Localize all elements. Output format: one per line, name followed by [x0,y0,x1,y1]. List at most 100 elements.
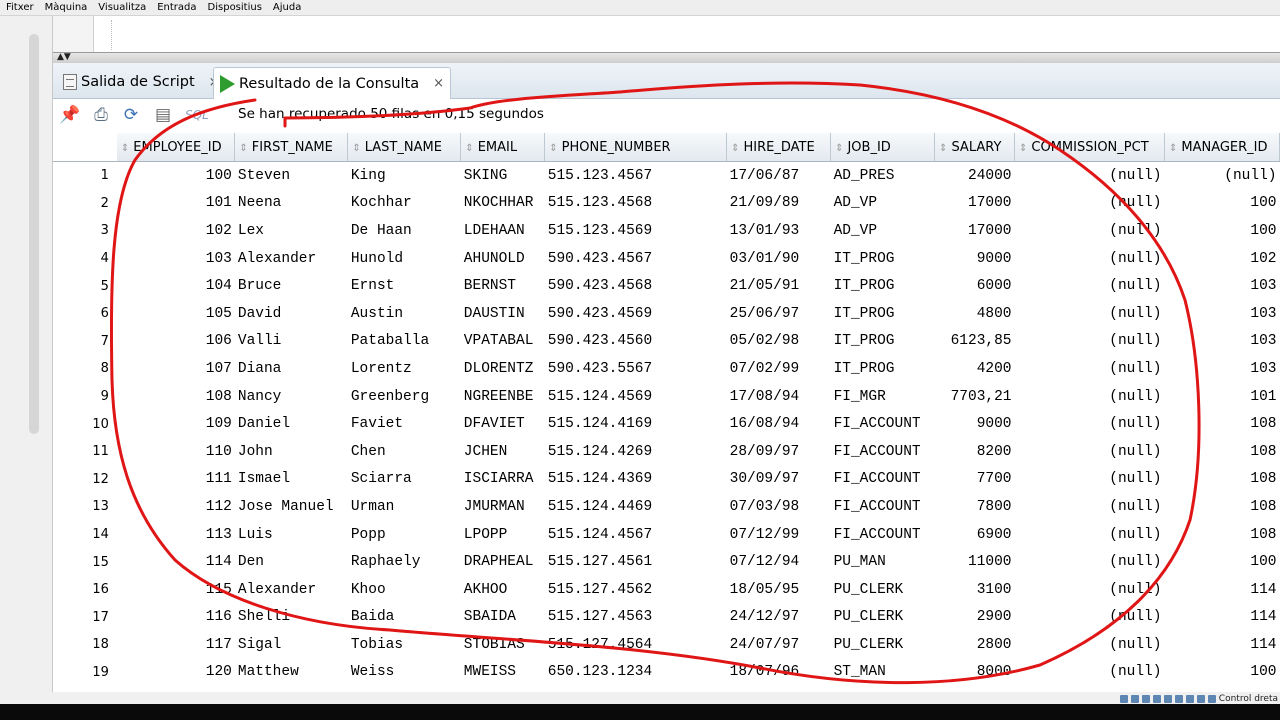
column-header[interactable]: ⇕ JOB_ID [830,133,936,162]
table-row[interactable]: 12 111 Ismael Sciarra ISCIARRA 515.124.4369 30… [53,466,1280,494]
table-cell[interactable]: (null) [1015,328,1165,356]
table-cell[interactable]: 117 [117,631,235,659]
table-cell[interactable]: 104 [117,272,235,300]
table-cell[interactable]: (null) [1015,466,1165,494]
table-cell[interactable]: 7800 [935,493,1015,521]
table-cell[interactable]: 108 [1164,410,1279,438]
sort-icon[interactable]: ⇕ [121,143,129,154]
table-cell[interactable]: AD_VP [831,217,935,245]
table-cell[interactable]: Valli [235,328,348,356]
optical-icon[interactable] [1130,694,1139,703]
table-cell[interactable]: NKOCHHAR [461,190,545,218]
table-cell[interactable]: 590.423.4560 [545,328,727,356]
table-cell[interactable]: 106 [117,328,235,356]
column-header[interactable]: ⇕ MANAGER_ID [1164,133,1280,162]
table-cell[interactable]: AHUNOLD [461,245,545,273]
table-cell[interactable]: Sciarra [348,466,461,494]
tab-query-result[interactable]: Resultado de la Consulta × [213,67,452,99]
table-cell[interactable]: 515.127.4561 [545,548,727,576]
table-cell[interactable]: 07/12/99 [727,521,831,549]
table-cell[interactable]: 2900 [935,604,1015,632]
table-cell[interactable]: 17000 [935,190,1015,218]
table-cell[interactable]: Jose Manuel [235,493,348,521]
table-cell[interactable]: 100 [1164,190,1279,218]
sql-editor[interactable] [53,16,1280,53]
column-header[interactable]: ⇕ SALARY [934,133,1016,162]
menu-item[interactable]: Ajuda [267,0,306,15]
menu-item[interactable]: Dispositius [202,0,267,15]
table-cell[interactable]: 100 [1164,217,1279,245]
table-cell[interactable]: FI_ACCOUNT [831,410,935,438]
table-cell[interactable]: Greenberg [348,383,461,411]
table-cell[interactable]: AD_PRES [831,162,935,190]
table-cell[interactable]: JCHEN [461,438,545,466]
table-cell[interactable]: 590.423.5567 [545,355,727,383]
table-cell[interactable]: 590.423.4567 [545,245,727,273]
column-header[interactable]: ⇕ HIRE_DATE [726,133,832,162]
table-cell[interactable]: 515.124.4567 [545,521,727,549]
tab-script-output[interactable]: Salida de Script × [57,67,226,97]
table-cell[interactable]: 21/05/91 [727,272,831,300]
table-cell[interactable]: (null) [1015,410,1165,438]
network-icon[interactable] [1141,694,1150,703]
column-header[interactable]: ⇕ LAST_NAME [347,133,462,162]
sort-icon[interactable]: ⇕ [465,143,473,154]
usb-icon[interactable] [1152,694,1161,703]
table-cell[interactable]: Luis [235,521,348,549]
table-cell[interactable]: (null) [1015,245,1165,273]
table-cell[interactable]: 7703,21 [935,383,1015,411]
table-cell[interactable]: 111 [117,466,235,494]
table-cell[interactable]: 25/06/97 [727,300,831,328]
mouse-icon[interactable] [1196,694,1205,703]
table-cell[interactable]: 108 [1164,438,1279,466]
table-cell[interactable]: (null) [1015,300,1165,328]
table-cell[interactable]: 24/12/97 [727,604,831,632]
table-cell[interactable]: 3100 [935,576,1015,604]
table-cell[interactable]: 108 [117,383,235,411]
table-cell[interactable]: Kochhar [348,190,461,218]
table-row[interactable]: 4 103 Alexander Hunold AHUNOLD 590.423.4567 03… [53,245,1280,273]
table-cell[interactable]: 590.423.4568 [545,272,727,300]
table-cell[interactable]: Faviet [348,410,461,438]
table-cell[interactable]: 6000 [935,272,1015,300]
table-cell[interactable]: 07/02/99 [727,355,831,383]
table-cell[interactable]: 108 [1164,493,1279,521]
table-row[interactable]: 17 116 Shelli Baida SBAIDA 515.127.4563 24/12/… [53,604,1280,632]
table-cell[interactable]: DLORENTZ [461,355,545,383]
table-cell[interactable]: VPATABAL [461,328,545,356]
table-cell[interactable]: 515.124.4169 [545,410,727,438]
column-header[interactable]: ⇕ PHONE_NUMBER [544,133,728,162]
table-cell[interactable]: 05/02/98 [727,328,831,356]
table-row[interactable]: 8 107 Diana Lorentz DLORENTZ 590.423.5567 07/0… [53,355,1280,383]
table-cell[interactable]: 515.123.4569 [545,217,727,245]
table-cell[interactable]: Daniel [235,410,348,438]
table-cell[interactable]: 30/09/97 [727,466,831,494]
table-cell[interactable]: JMURMAN [461,493,545,521]
table-cell[interactable]: 105 [117,300,235,328]
table-cell[interactable]: NGREENBE [461,383,545,411]
left-scrollbar[interactable] [29,34,39,434]
sort-icon[interactable]: ⇕ [1169,143,1177,154]
table-cell[interactable]: (null) [1164,162,1279,190]
table-cell[interactable]: (null) [1015,548,1165,576]
table-cell[interactable]: 28/09/97 [727,438,831,466]
menu-item[interactable]: Visualitza [92,0,151,15]
table-cell[interactable]: 650.123.1234 [545,659,727,687]
table-cell[interactable]: David [235,300,348,328]
table-cell[interactable]: DRAPHEAL [461,548,545,576]
table-cell[interactable]: 103 [1164,355,1279,383]
table-row[interactable]: 19 120 Matthew Weiss MWEISS 650.123.1234 18/07… [53,659,1280,687]
table-cell[interactable]: 6900 [935,521,1015,549]
table-cell[interactable]: 24/07/97 [727,631,831,659]
table-cell[interactable]: 07/12/94 [727,548,831,576]
table-row[interactable]: 11 110 John Chen JCHEN 515.124.4269 28/09/97 FI… [53,438,1280,466]
panel-splitter[interactable]: ▲▼ [53,52,1280,63]
table-cell[interactable]: 109 [117,410,235,438]
table-cell[interactable]: PU_CLERK [831,576,935,604]
table-row[interactable]: 14 113 Luis Popp LPOPP 515.124.4567 07/12/99 FI… [53,521,1280,549]
export-icon[interactable]: ▤ [153,105,173,125]
table-cell[interactable]: ISCIARRA [461,466,545,494]
table-cell[interactable]: 515.124.4269 [545,438,727,466]
table-cell[interactable]: Popp [348,521,461,549]
table-cell[interactable]: Khoo [348,576,461,604]
